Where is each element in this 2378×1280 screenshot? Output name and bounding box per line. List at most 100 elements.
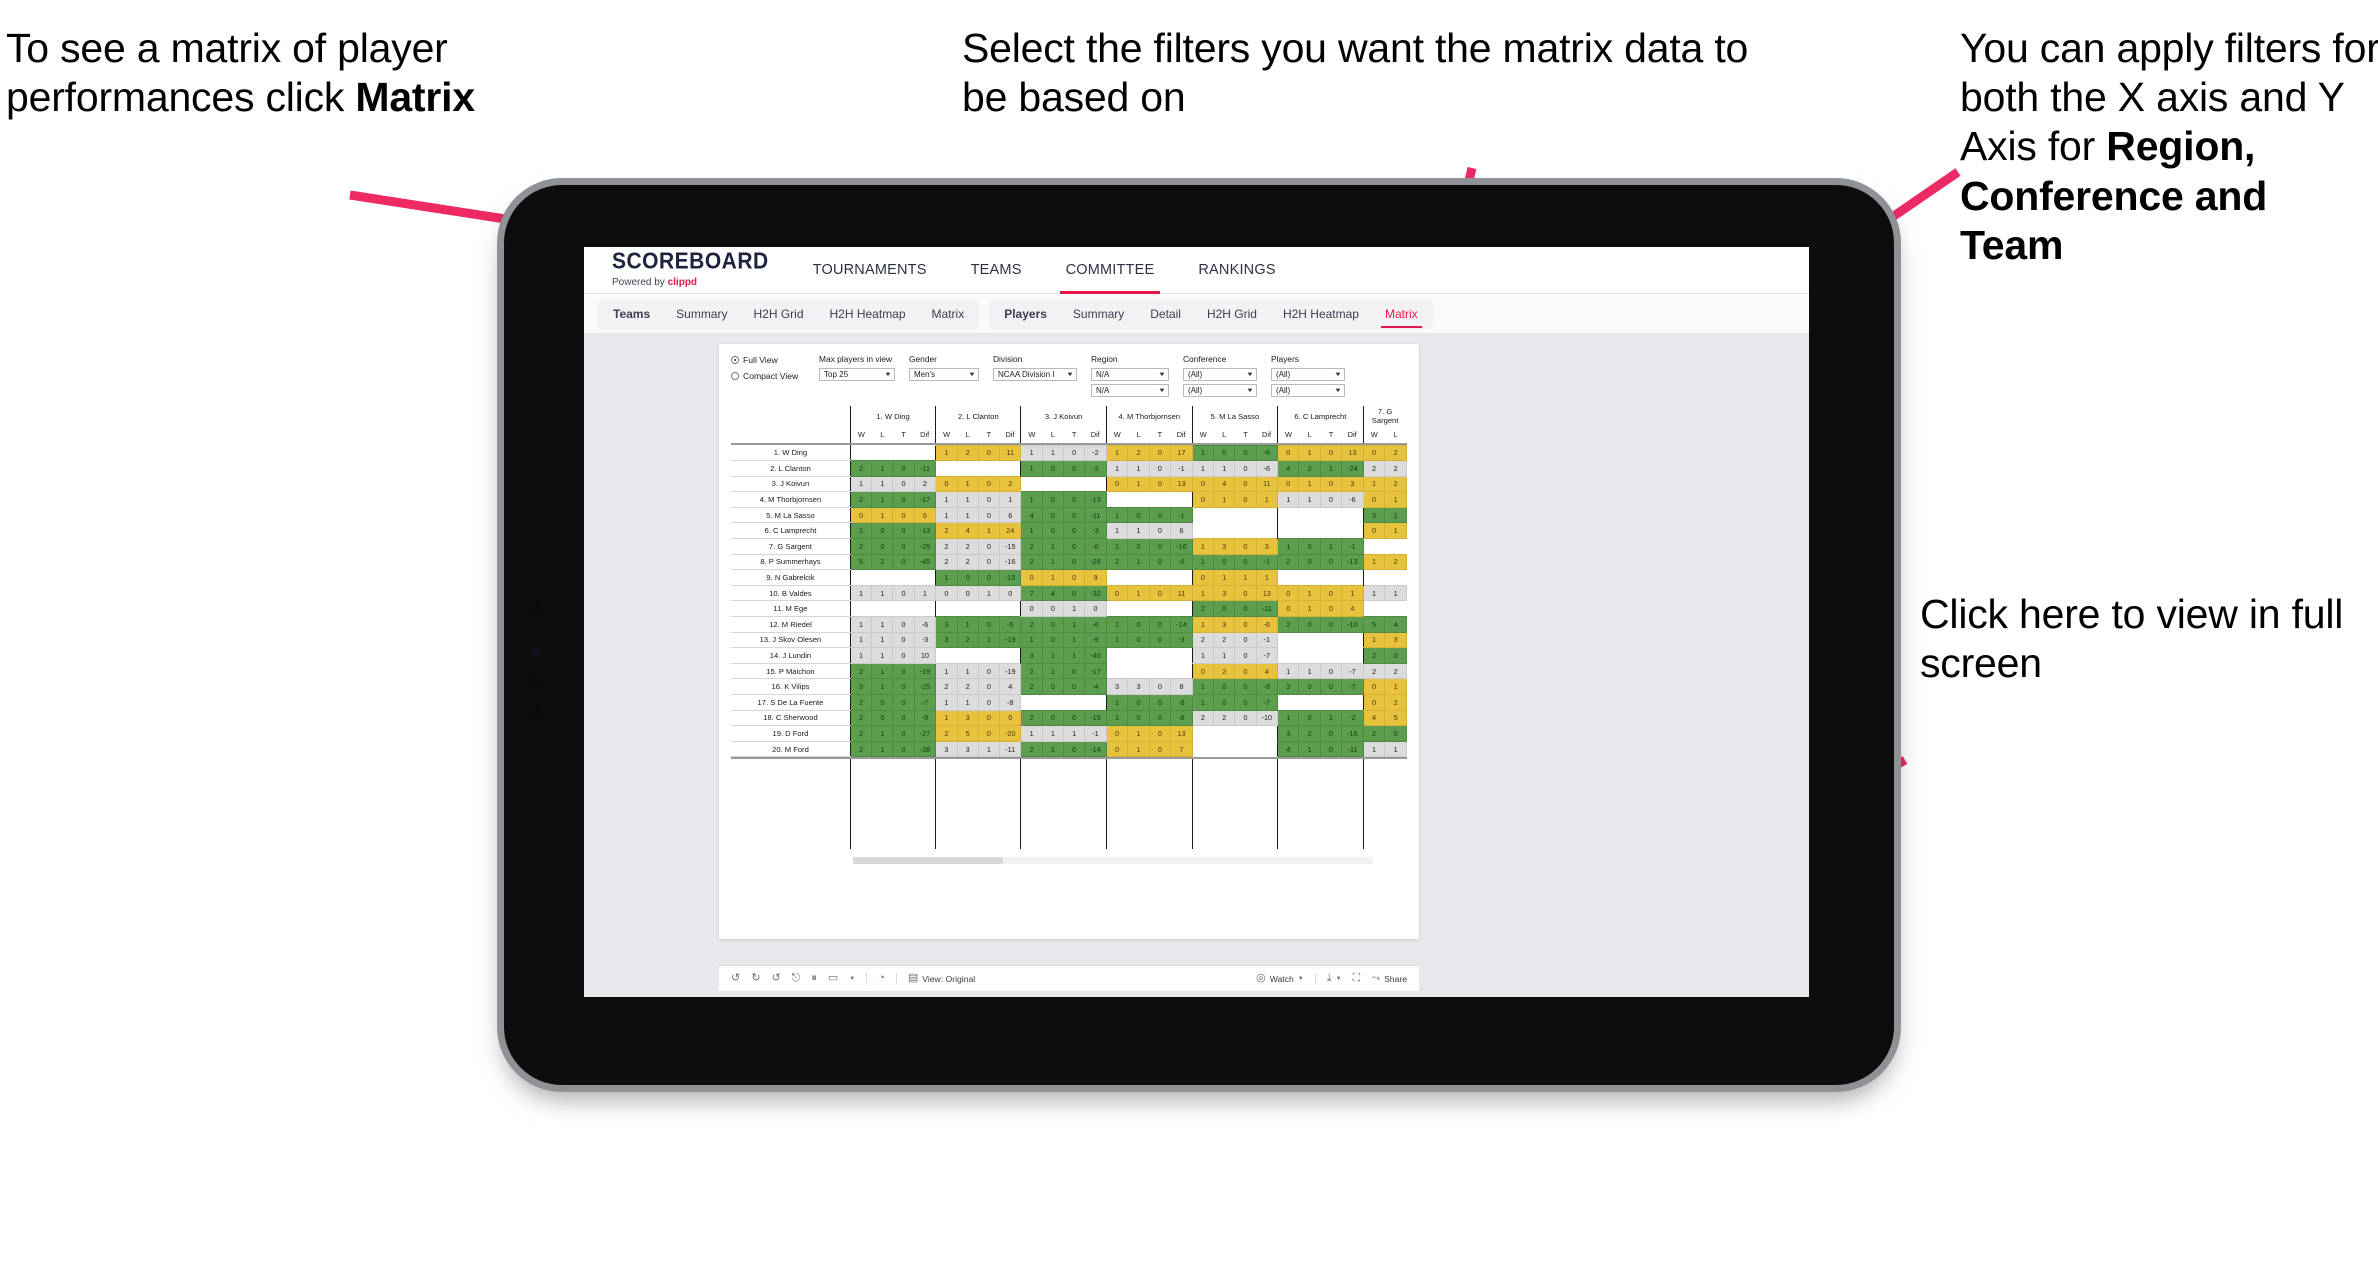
matrix-cell[interactable]: 0 xyxy=(1063,569,1086,586)
matrix-cell[interactable] xyxy=(871,569,893,586)
matrix-cell[interactable]: 5 xyxy=(849,553,873,571)
matrix-cell[interactable]: 1 xyxy=(1063,647,1086,664)
matrix-cell[interactable] xyxy=(1042,476,1064,492)
matrix-cell[interactable]: 0 xyxy=(1063,662,1086,680)
tab-teams-summary[interactable]: Summary xyxy=(663,301,740,327)
filter-division-select[interactable]: NCAA Division I ▼ xyxy=(993,368,1077,381)
matrix-cell[interactable]: 2 xyxy=(1384,444,1407,462)
matrix-cell[interactable]: -6 xyxy=(1255,460,1279,477)
matrix-cell[interactable]: 0 xyxy=(1148,506,1172,524)
matrix-cell[interactable]: -13 xyxy=(913,522,937,540)
horizontal-scrollbar[interactable] xyxy=(853,856,1373,864)
matrix-cell[interactable]: 2 xyxy=(1384,553,1407,571)
matrix-cell[interactable]: 2 xyxy=(998,475,1022,493)
matrix-cell[interactable]: 2 xyxy=(1362,662,1386,680)
matrix-cell[interactable]: 2 xyxy=(849,740,873,758)
matrix-cell[interactable]: 0 xyxy=(1234,538,1257,555)
matrix-cell[interactable]: 0 xyxy=(1063,506,1086,524)
matrix-cell[interactable]: 0 xyxy=(977,491,1000,508)
matrix-cell[interactable]: 1 xyxy=(1298,600,1321,618)
matrix-cell[interactable] xyxy=(892,445,915,461)
matrix-cell[interactable]: 2 xyxy=(849,694,873,711)
matrix-cell[interactable]: -24 xyxy=(1341,460,1364,477)
matrix-cell[interactable]: 2 xyxy=(956,538,979,555)
matrix-cell[interactable]: 1 xyxy=(1127,460,1150,477)
matrix-cell[interactable]: 0 xyxy=(1362,491,1386,508)
matrix-cell[interactable]: 2 xyxy=(1298,725,1321,742)
matrix-cell[interactable]: 0 xyxy=(1319,740,1343,758)
matrix-cell[interactable]: 0 xyxy=(977,475,1000,493)
matrix-cell[interactable] xyxy=(1063,476,1085,492)
matrix-cell[interactable] xyxy=(1020,476,1043,492)
matrix-cell[interactable]: 0 xyxy=(1148,553,1172,571)
matrix-cell[interactable]: 1 xyxy=(1191,460,1215,477)
matrix-cell[interactable]: 0 xyxy=(1298,538,1321,555)
matrix-cell[interactable]: 1 xyxy=(1105,538,1129,555)
matrix-cell[interactable] xyxy=(1341,507,1364,523)
matrix-cell[interactable]: 1 xyxy=(956,694,979,711)
matrix-cell[interactable] xyxy=(1341,522,1364,539)
matrix-cell[interactable]: 2 xyxy=(849,709,873,727)
matrix-cell[interactable]: -5 xyxy=(998,616,1022,633)
matrix-cell[interactable]: -1 xyxy=(1170,506,1193,524)
matrix-cell[interactable] xyxy=(999,600,1021,617)
matrix-cell[interactable]: 0 xyxy=(1063,584,1086,602)
matrix-cell[interactable]: 3 xyxy=(935,740,958,758)
matrix-cell[interactable] xyxy=(1020,694,1043,711)
matrix-cell[interactable]: 1 xyxy=(1384,506,1407,524)
matrix-cell[interactable]: 1 xyxy=(1127,522,1150,540)
download-button[interactable]: ⤓ ▼ xyxy=(1327,973,1342,984)
matrix-cell[interactable]: -6 xyxy=(913,616,937,633)
matrix-cell[interactable]: 1 xyxy=(1127,553,1150,571)
matrix-cell[interactable]: 1 xyxy=(1127,725,1150,742)
matrix-cell[interactable]: -1 xyxy=(1170,460,1193,477)
matrix-cell[interactable]: 2 xyxy=(1362,647,1386,664)
brand-logo[interactable]: SCOREBOARD Powered by clippd xyxy=(584,249,791,288)
tab-teams[interactable]: Teams xyxy=(600,301,663,327)
matrix-cell[interactable]: 0 xyxy=(892,709,915,727)
matrix-cell[interactable]: -13 xyxy=(1084,491,1107,508)
matrix-cell[interactable]: 0 xyxy=(1063,460,1086,477)
matrix-cell[interactable]: 0 xyxy=(977,553,1000,571)
matrix-cell[interactable]: 1 xyxy=(1191,538,1215,555)
matrix-cell[interactable] xyxy=(1063,694,1085,711)
matrix-cell[interactable]: 1 xyxy=(1127,475,1150,493)
matrix-cell[interactable]: 0 xyxy=(1319,444,1343,462)
matrix-cell[interactable] xyxy=(978,647,1000,664)
matrix-cell[interactable] xyxy=(1384,600,1407,617)
matrix-cell[interactable]: 1 xyxy=(956,491,979,508)
matrix-cell[interactable]: 2 xyxy=(1384,662,1407,680)
matrix-cell[interactable]: -17 xyxy=(1084,662,1107,680)
matrix-cell[interactable]: 1 xyxy=(871,616,894,633)
radio-full-view[interactable]: Full View xyxy=(731,355,805,365)
matrix-cell[interactable]: 1 xyxy=(956,506,979,524)
matrix-cell[interactable]: 2 xyxy=(1020,678,1043,695)
matrix-cell[interactable]: 3 xyxy=(1277,725,1300,742)
matrix-cell[interactable] xyxy=(935,600,958,617)
matrix-cell[interactable]: 0 xyxy=(892,538,915,555)
matrix-cell[interactable]: -28 xyxy=(1084,553,1107,571)
matrix-cell[interactable]: 0 xyxy=(1234,647,1257,664)
matrix-cell[interactable]: 0 xyxy=(1148,522,1172,540)
matrix-cell[interactable]: 0 xyxy=(892,631,915,649)
matrix-cell[interactable]: 4 xyxy=(1041,584,1065,602)
matrix-cell[interactable]: 0 xyxy=(956,584,979,602)
matrix-cell[interactable]: 1 xyxy=(1191,444,1215,462)
matrix-cell[interactable]: -15 xyxy=(1084,709,1107,727)
matrix-cell[interactable]: 0 xyxy=(977,616,1000,633)
matrix-cell[interactable] xyxy=(1277,569,1299,586)
matrix-cell[interactable]: 1 xyxy=(1020,631,1043,649)
matrix-cell[interactable]: 4 xyxy=(956,522,979,540)
matrix-cell[interactable] xyxy=(1277,632,1299,648)
matrix-cell[interactable]: 11 xyxy=(1170,584,1193,602)
matrix-cell[interactable] xyxy=(892,600,915,617)
matrix-cell[interactable] xyxy=(957,460,979,477)
matrix-cell[interactable]: 1 xyxy=(1255,569,1279,586)
matrix-cell[interactable]: -6 xyxy=(1255,444,1279,462)
matrix-cell[interactable]: 3 xyxy=(935,616,958,633)
tab-players-h2h-heatmap[interactable]: H2H Heatmap xyxy=(1270,301,1372,327)
tab-players-matrix[interactable]: Matrix xyxy=(1372,301,1431,328)
matrix-cell[interactable]: 0 xyxy=(1041,522,1065,540)
matrix-cell[interactable]: 1 xyxy=(935,491,958,508)
matrix-cell[interactable]: 1 xyxy=(1277,662,1300,680)
